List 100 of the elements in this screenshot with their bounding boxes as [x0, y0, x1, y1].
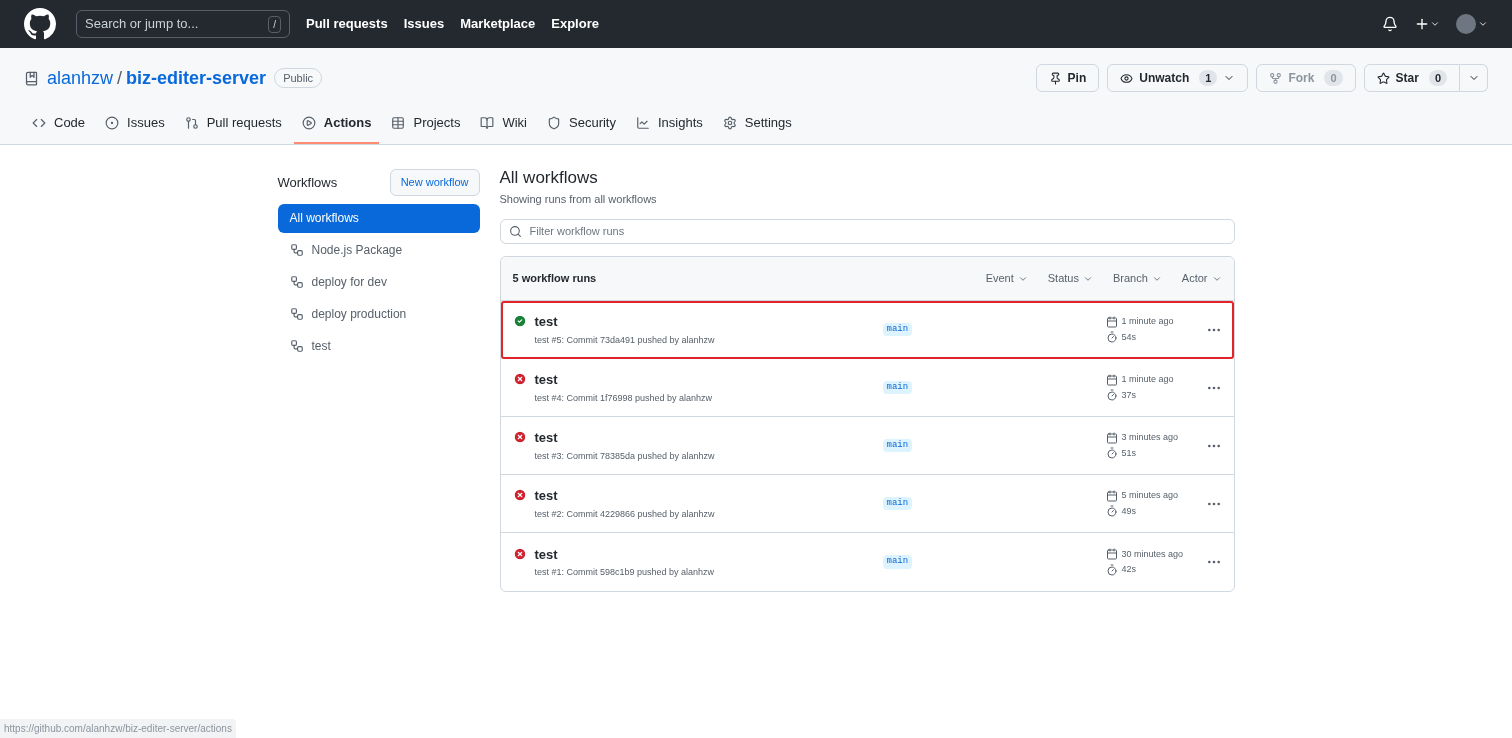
workflow-icon: [289, 307, 304, 321]
new-workflow-button[interactable]: New workflow: [389, 169, 480, 196]
repo-tab[interactable]: Code: [24, 104, 94, 144]
workflow-run-row[interactable]: test test #1: Commit 598c1b9 pushed by alanhzw main 30 minutes ago 42s: [500, 533, 1234, 591]
run-detail: test #3: Commit 78385da pushed by alanhzw: [534, 449, 715, 463]
search-field[interactable]: Search or jump to... /: [76, 10, 290, 38]
workflow-run-row[interactable]: test test #3: Commit 78385da pushed by alanhzw main 3 minutes ago 51s: [500, 417, 1234, 475]
watch-button[interactable]: Unwatch 1: [1107, 64, 1249, 92]
nav-link[interactable]: Issues: [403, 14, 445, 34]
search-icon: [508, 225, 522, 238]
pin-button[interactable]: Pin: [1035, 64, 1100, 92]
filter-field[interactable]: Filter workflow runs: [499, 219, 1235, 244]
settings-icon: [722, 116, 737, 130]
star-dropdown-button[interactable]: [1460, 64, 1488, 92]
run-time: 5 minutes ago: [1121, 489, 1179, 502]
failure-x-icon: [512, 546, 527, 561]
shield-icon: [547, 116, 561, 130]
branch-label[interactable]: main: [882, 438, 913, 453]
counter: 1: [1199, 69, 1218, 87]
pull-request-icon: [184, 116, 199, 130]
page-subtitle: Showing runs from all workflows: [499, 191, 658, 207]
notification-bell-icon[interactable]: [1382, 16, 1398, 32]
table-icon: [391, 116, 406, 130]
graph-icon: [635, 116, 650, 130]
counter: 0: [1428, 69, 1447, 87]
run-detail: test #5: Commit 73da491 pushed by alanhzw: [534, 333, 715, 347]
shortcut-key: /: [268, 15, 281, 33]
circle-dot-icon: [105, 116, 120, 130]
run-detail: test #1: Commit 598c1b9 pushed by alanhzw: [534, 566, 715, 579]
calendar-icon: [1105, 548, 1118, 561]
workflow-run-row[interactable]: test test #5: Commit 73da491 pushed by alanhzw main 1 minute ago 54s: [500, 301, 1234, 359]
stopwatch-icon: [1105, 447, 1118, 460]
github-logo-icon[interactable]: [24, 8, 56, 40]
workflow-run-row[interactable]: test test #4: Commit 1f76998 pushed by alanhzw main 1 minute ago 37s: [500, 359, 1234, 417]
run-title[interactable]: test: [534, 486, 715, 506]
repo-name-link[interactable]: biz-editer-server: [126, 64, 267, 92]
filter-placeholder: Filter workflow runs: [529, 224, 625, 240]
branch-label[interactable]: main: [882, 380, 913, 395]
filter-dropdown[interactable]: Actor: [1181, 270, 1222, 287]
repo-tab[interactable]: Projects: [383, 104, 469, 144]
repo-tab[interactable]: Wiki: [472, 104, 535, 144]
code-icon: [32, 116, 46, 130]
run-title[interactable]: test: [534, 544, 715, 564]
run-title[interactable]: test: [534, 428, 715, 448]
repo-tab[interactable]: Insights: [627, 104, 711, 144]
repo-tab[interactable]: Issues: [97, 104, 173, 144]
page-title: All workflows: [499, 167, 599, 189]
repo-tab[interactable]: Actions: [293, 104, 380, 144]
search-placeholder: Search or jump to...: [85, 15, 199, 34]
book-icon: [480, 116, 495, 130]
run-time: 30 minutes ago: [1121, 547, 1184, 561]
plus-icon[interactable]: [1414, 16, 1430, 32]
nav-link[interactable]: Marketplace: [460, 14, 536, 34]
runs-count: 5 workflow runs: [512, 271, 597, 287]
avatar[interactable]: [1456, 14, 1476, 34]
filter-dropdown[interactable]: Event: [985, 270, 1028, 287]
nav-link[interactable]: Pull requests: [306, 14, 388, 34]
success-check-icon: [512, 314, 527, 328]
filter-dropdown[interactable]: Branch: [1112, 270, 1162, 287]
run-duration: 51s: [1121, 446, 1136, 460]
caret-icon[interactable]: [1430, 19, 1440, 29]
run-duration: 42s: [1121, 563, 1136, 576]
sidebar-item[interactable]: deploy for dev: [277, 267, 480, 297]
fork-icon: [1269, 71, 1283, 85]
repo-owner-link[interactable]: alanhzw: [47, 64, 114, 92]
sidebar-title: Workflows: [277, 173, 338, 192]
calendar-icon: [1105, 315, 1118, 328]
star-icon: [1376, 71, 1390, 85]
repo-tab[interactable]: Security: [539, 104, 624, 144]
sidebar-item[interactable]: deploy production: [277, 299, 480, 329]
repo-tab[interactable]: Settings: [714, 104, 800, 144]
caret-icon[interactable]: [1478, 19, 1488, 29]
sidebar-item[interactable]: test: [277, 331, 480, 361]
sidebar-item[interactable]: Node.js Package: [277, 235, 480, 265]
calendar-icon: [1105, 489, 1118, 502]
nav-link[interactable]: Explore: [551, 14, 599, 34]
run-duration: 49s: [1121, 504, 1136, 518]
path-separator: /: [117, 66, 123, 90]
branch-label[interactable]: main: [882, 322, 913, 337]
run-detail: test #2: Commit 4229866 pushed by alanhzw: [534, 507, 715, 521]
run-duration: 37s: [1121, 388, 1136, 402]
branch-label[interactable]: main: [882, 496, 913, 511]
stopwatch-icon: [1105, 563, 1118, 576]
run-time: 3 minutes ago: [1121, 431, 1179, 444]
counter: 0: [1324, 69, 1343, 87]
sidebar-item[interactable]: All workflows: [277, 203, 480, 233]
run-time: 1 minute ago: [1121, 315, 1174, 328]
run-title[interactable]: test: [534, 312, 715, 332]
star-button[interactable]: Star 0: [1363, 64, 1460, 92]
branch-label[interactable]: main: [882, 555, 913, 569]
filter-dropdown[interactable]: Status: [1047, 270, 1093, 287]
run-duration: 54s: [1121, 330, 1136, 344]
calendar-icon: [1105, 373, 1118, 386]
workflow-icon: [289, 243, 304, 257]
repo-tab[interactable]: Pull requests: [176, 104, 290, 144]
failure-x-icon: [512, 488, 527, 502]
run-title[interactable]: test: [534, 370, 713, 390]
workflow-run-row[interactable]: test test #2: Commit 4229866 pushed by alanhzw main 5 minutes ago 49s: [500, 475, 1234, 533]
calendar-icon: [1105, 431, 1118, 444]
workflow-icon: [289, 275, 304, 289]
